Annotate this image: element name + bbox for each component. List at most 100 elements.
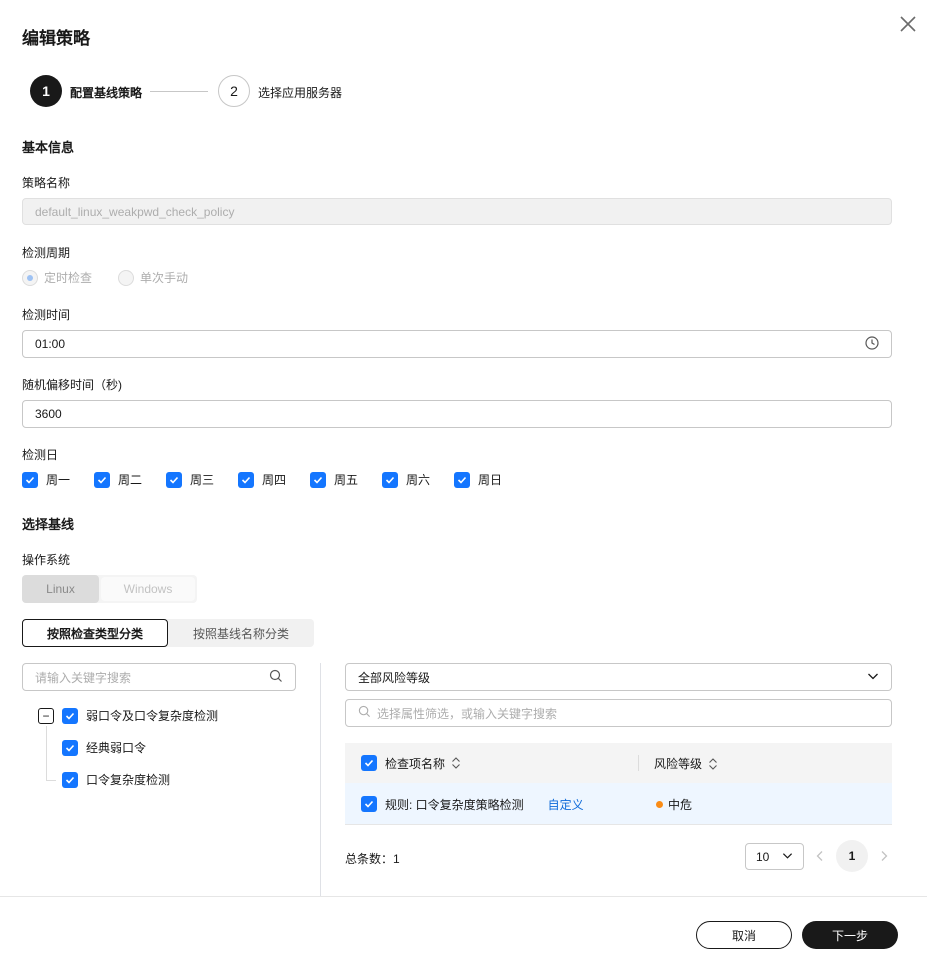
days-checkbox-group: 周一 周二 周三 周四 周五 周六 周日 xyxy=(22,471,622,488)
column-header-name[interactable]: 检查项名称 xyxy=(385,755,445,772)
time-picker[interactable]: 01:00 xyxy=(22,330,892,358)
day-label: 周一 xyxy=(46,473,71,487)
risk-level-text: 中危 xyxy=(668,797,693,812)
time-label: 检测时间 xyxy=(22,308,71,322)
next-page-icon[interactable] xyxy=(879,850,889,865)
column-header-risk[interactable]: 风险等级 xyxy=(654,755,718,772)
tree-root-node[interactable]: − 弱口令及口令复杂度检测 xyxy=(38,707,218,724)
offset-input[interactable]: 3600 xyxy=(22,400,892,428)
medium-risk-dot-icon xyxy=(656,800,663,808)
radio-manual: 单次手动 xyxy=(118,269,188,286)
step-1-label: 配置基线策略 xyxy=(70,86,143,100)
day-checkbox[interactable]: 周日 xyxy=(454,471,502,488)
os-windows-option[interactable]: Windows xyxy=(101,577,195,601)
panel-divider xyxy=(320,663,321,896)
table-row[interactable]: 规则: 口令复杂度策略检测 自定义 中危 xyxy=(345,783,892,825)
close-icon[interactable] xyxy=(898,14,918,34)
page-size-select[interactable]: 10 xyxy=(745,843,804,870)
radio-scheduled-label: 定时检查 xyxy=(44,271,93,285)
checkbox-checked-icon[interactable] xyxy=(454,471,470,488)
step-2-label: 选择应用服务器 xyxy=(258,86,343,100)
prev-page-icon[interactable] xyxy=(815,850,825,865)
basic-info-title: 基本信息 xyxy=(22,140,75,155)
next-button[interactable]: 下一步 xyxy=(802,921,898,949)
day-checkbox[interactable]: 周一 xyxy=(22,471,70,488)
cancel-button[interactable]: 取消 xyxy=(696,921,792,949)
policy-name-input: default_linux_weakpwd_check_policy xyxy=(22,198,892,225)
clock-icon xyxy=(865,335,879,353)
radio-selected-icon xyxy=(22,269,38,286)
filter-placeholder: 选择属性筛选，或输入关键字搜索 xyxy=(377,706,558,721)
risk-level-select[interactable]: 全部风险等级 xyxy=(345,663,892,691)
chevron-down-icon xyxy=(782,850,793,864)
day-label: 周五 xyxy=(334,473,359,487)
os-label: 操作系统 xyxy=(22,553,71,567)
risk-status: 中危 xyxy=(656,796,692,813)
checkbox-checked-icon[interactable] xyxy=(62,771,78,788)
policy-name-label: 策略名称 xyxy=(22,176,71,190)
sort-icon[interactable] xyxy=(708,757,718,771)
day-checkbox[interactable]: 周四 xyxy=(238,471,286,488)
day-checkbox[interactable]: 周二 xyxy=(94,471,142,488)
checkbox-checked-icon[interactable] xyxy=(22,471,38,488)
search-icon xyxy=(358,705,371,721)
checkbox-checked-icon[interactable] xyxy=(62,707,78,724)
day-checkbox[interactable]: 周三 xyxy=(166,471,214,488)
checkbox-checked-icon[interactable] xyxy=(94,471,110,488)
cycle-label: 检测周期 xyxy=(22,246,71,260)
radio-scheduled: 定时检查 xyxy=(22,269,92,286)
tree-search-input[interactable]: 请输入关键字搜索 xyxy=(22,663,296,691)
radio-unselected-icon xyxy=(118,269,134,286)
total-count: 总条数：1 xyxy=(345,852,400,866)
footer-divider xyxy=(0,896,927,897)
checkbox-checked-icon[interactable] xyxy=(62,739,78,756)
tree-child-label: 口令复杂度检测 xyxy=(86,773,171,787)
column-divider xyxy=(638,755,639,771)
day-label: 周六 xyxy=(406,473,431,487)
tree-guide-line xyxy=(46,780,56,781)
column-header-risk-label: 风险等级 xyxy=(654,756,703,771)
search-icon xyxy=(269,669,283,686)
table-header: 检查项名称 风险等级 xyxy=(345,743,892,783)
custom-tag-link[interactable]: 自定义 xyxy=(548,796,584,813)
os-linux-option[interactable]: Linux xyxy=(22,575,99,603)
offset-label: 随机偏移时间（秒) xyxy=(22,378,122,392)
tree-child-node[interactable]: 经典弱口令 xyxy=(62,739,146,756)
row-check-name: 规则: 口令复杂度策略检测 xyxy=(385,797,524,812)
filter-search-input[interactable]: 选择属性筛选，或输入关键字搜索 xyxy=(345,699,892,727)
tab-by-check-type[interactable]: 按照检查类型分类 xyxy=(22,619,168,647)
checkbox-checked-icon[interactable] xyxy=(166,471,182,488)
tree-search-placeholder: 请输入关键字搜索 xyxy=(35,670,132,685)
checkbox-checked-icon[interactable] xyxy=(238,471,254,488)
select-all-checkbox-icon[interactable] xyxy=(361,755,377,771)
baseline-title: 选择基线 xyxy=(22,517,75,532)
day-label: 周三 xyxy=(190,473,215,487)
step-2-indicator: 2 xyxy=(218,75,250,107)
day-checkbox[interactable]: 周五 xyxy=(310,471,358,488)
step-connector xyxy=(150,91,208,92)
tree-root-label: 弱口令及口令复杂度检测 xyxy=(86,709,219,723)
table-bottom-border xyxy=(345,824,892,825)
day-label: 周日 xyxy=(478,473,503,487)
time-value: 01:00 xyxy=(35,337,66,351)
tree-child-label: 经典弱口令 xyxy=(86,741,147,755)
day-label: 周四 xyxy=(262,473,287,487)
day-checkbox[interactable]: 周六 xyxy=(382,471,430,488)
page-number-current[interactable]: 1 xyxy=(836,840,868,872)
checkbox-checked-icon[interactable] xyxy=(310,471,326,488)
row-checkbox-icon[interactable] xyxy=(361,796,377,812)
chevron-down-icon xyxy=(867,670,879,685)
tab-by-baseline-name[interactable]: 按照基线名称分类 xyxy=(168,619,314,647)
collapse-icon[interactable]: − xyxy=(38,707,54,724)
tree-child-node[interactable]: 口令复杂度检测 xyxy=(62,771,170,788)
day-label: 周二 xyxy=(118,473,143,487)
tree-guide-line xyxy=(46,726,47,780)
days-label: 检测日 xyxy=(22,448,59,462)
sort-icon[interactable] xyxy=(451,756,461,770)
dialog-title: 编辑策略 xyxy=(22,29,90,48)
step-1-indicator: 1 xyxy=(30,75,62,107)
page-size-value: 10 xyxy=(756,849,770,864)
radio-manual-label: 单次手动 xyxy=(140,271,189,285)
risk-level-value: 全部风险等级 xyxy=(358,670,431,685)
checkbox-checked-icon[interactable] xyxy=(382,471,398,488)
